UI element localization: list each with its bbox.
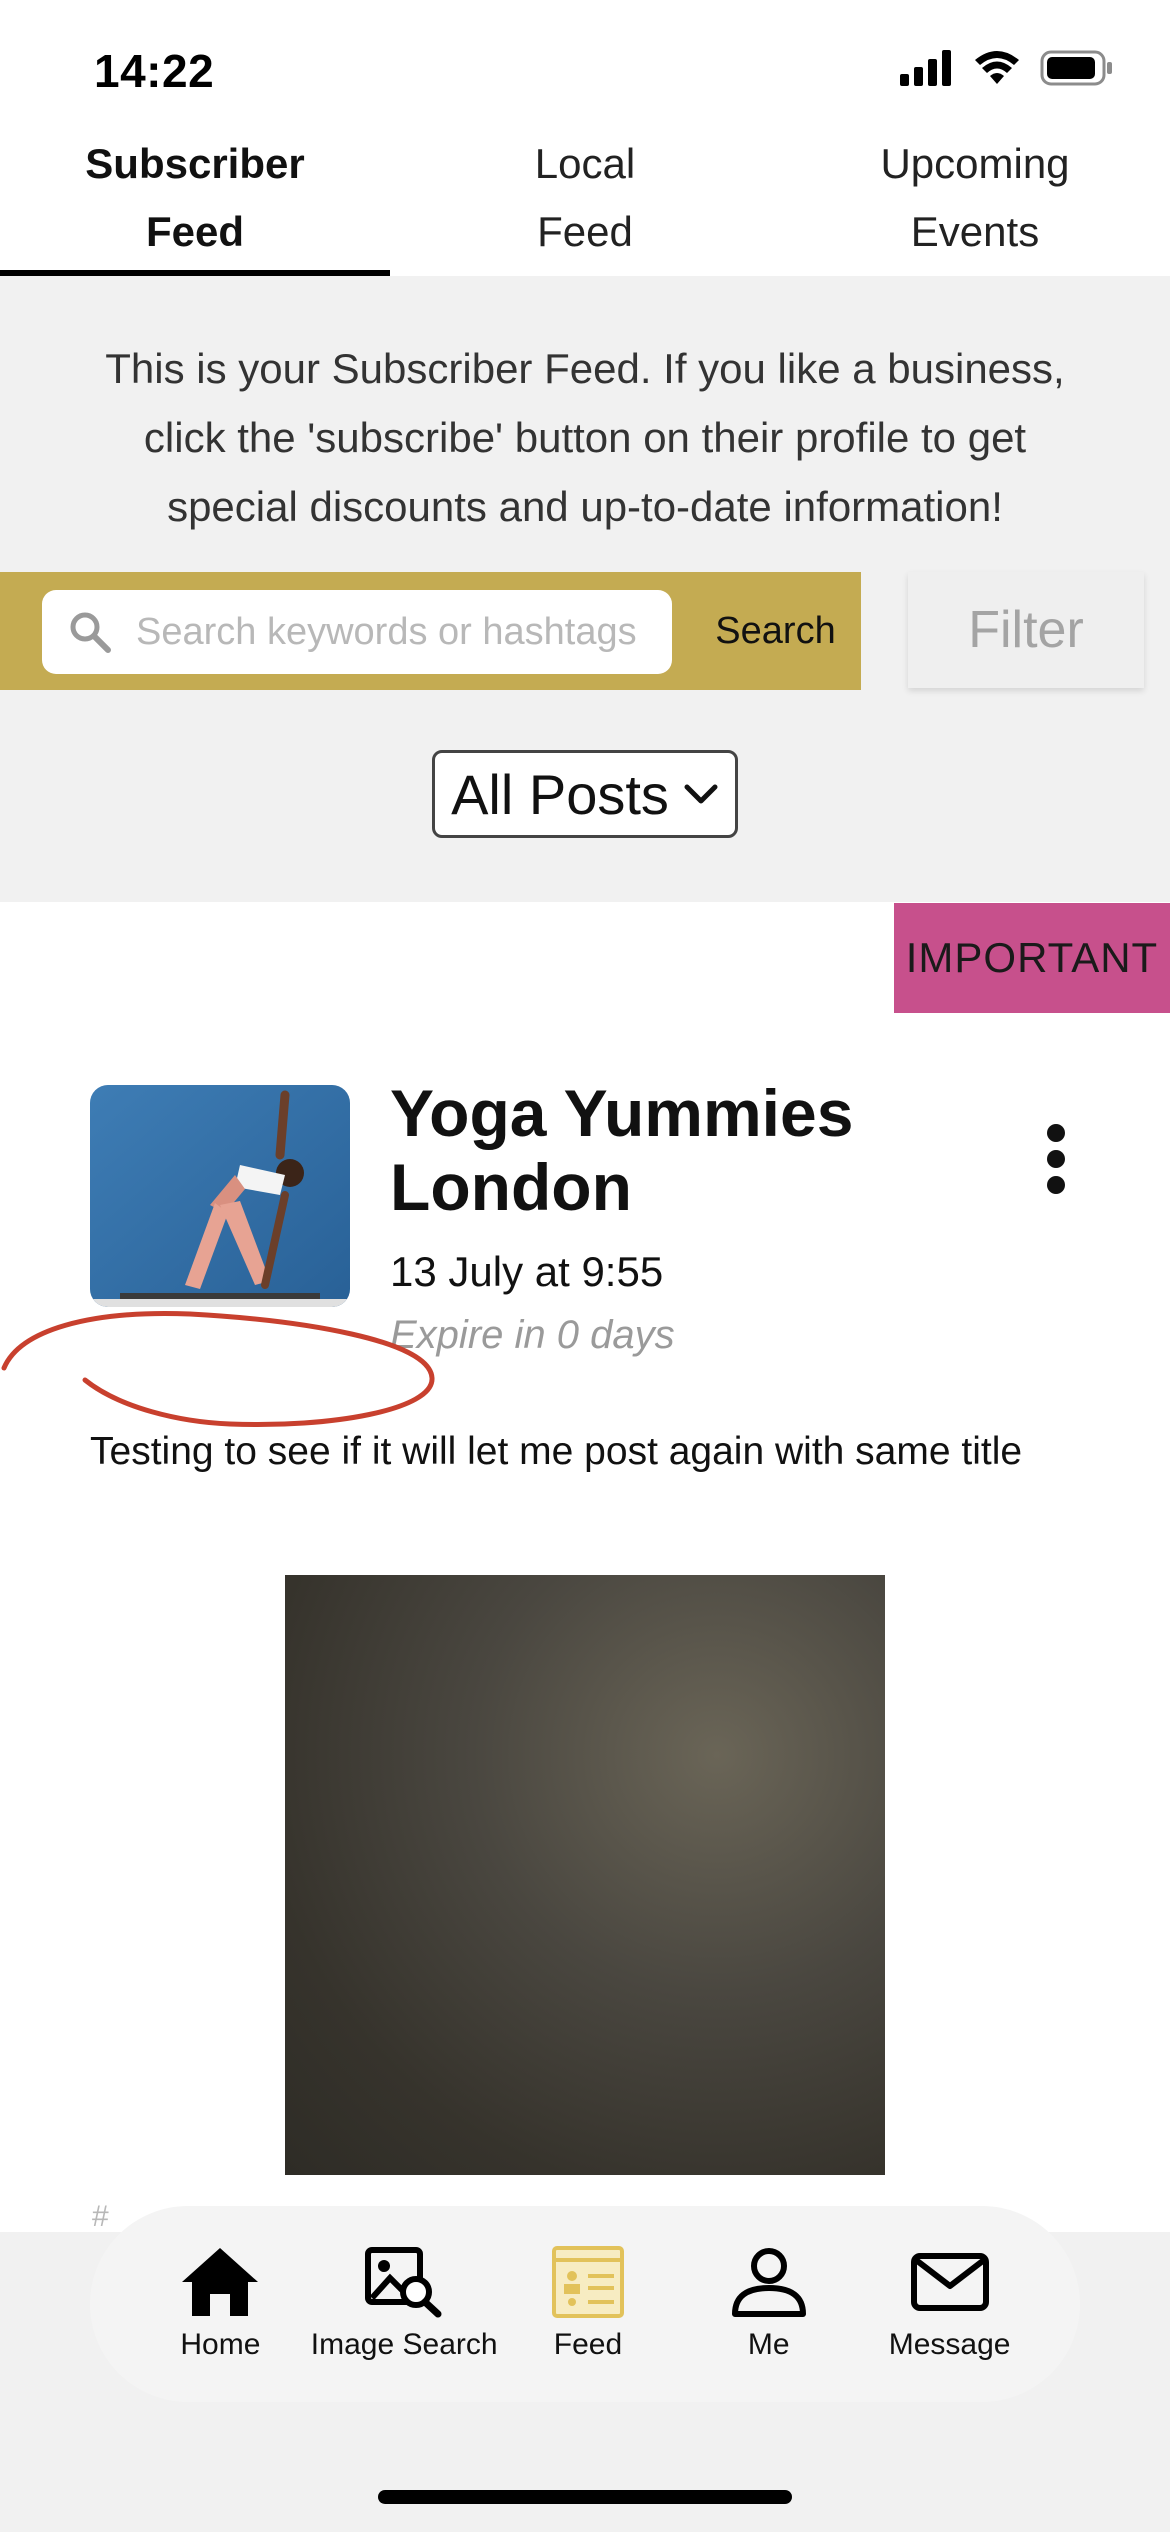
intro-line: This is your Subscriber Feed. If you lik… (105, 345, 1065, 392)
nav-image-search[interactable]: Image Search (311, 2246, 498, 2362)
home-indicator[interactable] (378, 2490, 792, 2504)
search-bar: Search keywords or hashtags Search (0, 572, 861, 690)
yoga-photo (90, 1085, 350, 1307)
intro-line: click the 'subscribe' button on their pr… (143, 414, 1027, 461)
red-annotation-scribble (1, 1311, 435, 1427)
tab-label-line2: Feed (537, 208, 633, 255)
posts-filter-select[interactable]: All Posts (432, 750, 738, 838)
more-dot (1047, 1176, 1065, 1194)
post-title-line: London (390, 1150, 632, 1224)
search-input[interactable]: Search keywords or hashtags (42, 590, 672, 674)
mail-icon (910, 2253, 989, 2311)
status-time: 14:22 (94, 45, 215, 97)
important-badge: IMPORTANT (894, 903, 1170, 1013)
tab-local-feed[interactable]: Local Feed (390, 120, 780, 276)
filter-button[interactable]: Filter (908, 572, 1144, 688)
bottom-nav: Home Image Search Feed Me Message (90, 2206, 1080, 2402)
feed-tabs: Subscriber Feed Local Feed Upcoming Even… (0, 120, 1170, 276)
business-avatar[interactable] (90, 1085, 350, 1307)
tab-subscriber-feed[interactable]: Subscriber Feed (0, 120, 390, 276)
tab-upcoming-events[interactable]: Upcoming Events (780, 120, 1170, 276)
home-icon (182, 2248, 259, 2316)
nav-label: Image Search (310, 2328, 498, 2361)
wifi-icon (975, 51, 1019, 84)
battery-icon (1040, 50, 1112, 86)
post-body-text: Testing to see if it will let me post ag… (90, 1430, 1023, 1473)
status-bar: 14:22 (0, 0, 1170, 130)
more-dot (1047, 1124, 1065, 1142)
intro-text: This is your Subscriber Feed. If you lik… (90, 334, 1080, 541)
post-title-line: Yoga Yummies (390, 1076, 854, 1150)
tab-label-line2: Events (910, 208, 1040, 255)
post-date: 13 July at 9:55 (390, 1248, 664, 1295)
nav-label: Me (747, 2328, 790, 2361)
search-button[interactable]: Search (690, 572, 861, 690)
feed-header-area: This is your Subscriber Feed. If you lik… (0, 276, 1170, 902)
post-image[interactable] (285, 1575, 885, 2175)
more-dot (1047, 1150, 1065, 1168)
nav-label: Home (180, 2328, 261, 2361)
post-hashtags: # (92, 2200, 109, 2233)
tab-label-line1: Subscriber (85, 140, 305, 187)
image-search-icon (365, 2247, 442, 2318)
person-icon (731, 2248, 806, 2317)
search-placeholder: Search keywords or hashtags (136, 610, 637, 653)
tab-label-line1: Upcoming (880, 140, 1070, 187)
nav-message[interactable]: Message (859, 2246, 1040, 2362)
intro-line: special discounts and up-to-date informa… (167, 483, 1003, 530)
nav-label: Feed (553, 2328, 623, 2361)
signal-icon (900, 50, 951, 86)
chevron-down-icon (684, 784, 718, 804)
tab-label-line1: Local (534, 140, 636, 187)
search-icon (70, 612, 111, 653)
more-options-icon[interactable] (1034, 1124, 1078, 1194)
nav-label: Message (888, 2328, 1011, 2361)
post-business-name[interactable]: Yoga Yummies London (390, 1076, 990, 1224)
tab-label-line2: Feed (145, 208, 245, 255)
feed-icon (551, 2246, 624, 2318)
nav-home[interactable]: Home (130, 2246, 311, 2362)
status-icons (900, 50, 1114, 86)
posts-filter-value: All Posts (451, 762, 669, 826)
nav-feed[interactable]: Feed (498, 2246, 679, 2362)
nav-me[interactable]: Me (678, 2246, 859, 2362)
